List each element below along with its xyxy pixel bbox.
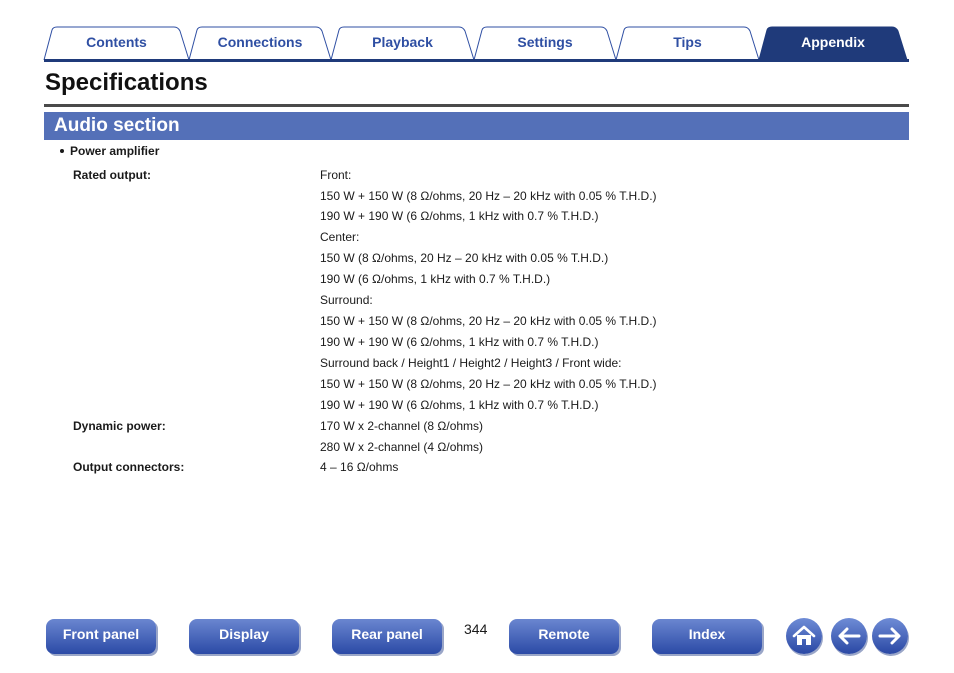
- spec-value: Front:: [320, 168, 352, 182]
- spec-value: Center:: [320, 230, 360, 244]
- page-title: Specifications: [45, 69, 208, 96]
- page-number: 344: [464, 621, 488, 637]
- spec-value: 190 W + 190 W (6 Ω/ohms, 1 kHz with 0.7 …: [320, 335, 599, 349]
- display-button[interactable]: Display: [189, 619, 299, 654]
- tab-appendix[interactable]: Appendix: [758, 26, 908, 61]
- spec-value: 170 W x 2-channel (8 Ω/ohms): [320, 419, 484, 433]
- arrow-right-icon: [878, 627, 901, 645]
- title-divider: [44, 104, 909, 107]
- remote-button[interactable]: Remote: [509, 619, 619, 654]
- spec-group-heading: Power amplifier: [60, 144, 159, 158]
- spec-value: 150 W + 150 W (8 Ω/ohms, 20 Hz – 20 kHz …: [320, 377, 657, 391]
- spec-value: Surround back / Height1 / Height2 / Heig…: [320, 356, 622, 370]
- tab-label: Connections: [217, 34, 303, 50]
- tab-contents[interactable]: Contents: [43, 26, 190, 61]
- forward-button[interactable]: [872, 618, 908, 654]
- tab-label: Tips: [673, 34, 702, 50]
- spec-value: 4 – 16 Ω/ohms: [320, 460, 399, 474]
- spec-value: 150 W + 150 W (8 Ω/ohms, 20 Hz – 20 kHz …: [320, 314, 657, 328]
- spec-value: 280 W x 2-channel (4 Ω/ohms): [320, 440, 484, 454]
- section-title: Audio section: [54, 115, 180, 136]
- tab-tips[interactable]: Tips: [615, 26, 760, 61]
- home-button[interactable]: [786, 618, 822, 654]
- spec-value: 190 W + 190 W (6 Ω/ohms, 1 kHz with 0.7 …: [320, 398, 599, 412]
- tab-divider: [44, 59, 909, 62]
- tab-label: Playback: [372, 34, 433, 50]
- front-panel-button[interactable]: Front panel: [46, 619, 156, 654]
- rear-panel-button[interactable]: Rear panel: [332, 619, 442, 654]
- spec-value: 150 W + 150 W (8 Ω/ohms, 20 Hz – 20 kHz …: [320, 189, 657, 203]
- dynamic-power-label: Dynamic power:: [73, 419, 166, 433]
- tab-settings[interactable]: Settings: [473, 26, 617, 61]
- spec-value: Surround:: [320, 293, 373, 307]
- spec-group-label: Power amplifier: [70, 144, 160, 158]
- tab-connections[interactable]: Connections: [188, 26, 332, 61]
- home-icon: [792, 625, 816, 645]
- spec-value: 190 W + 190 W (6 Ω/ohms, 1 kHz with 0.7 …: [320, 209, 599, 223]
- arrow-left-icon: [838, 627, 861, 645]
- spec-value: 150 W (8 Ω/ohms, 20 Hz – 20 kHz with 0.0…: [320, 251, 609, 265]
- tab-label: Settings: [517, 34, 573, 50]
- output-connectors-label: Output connectors:: [73, 460, 185, 474]
- tab-playback[interactable]: Playback: [330, 26, 475, 61]
- tab-label: Appendix: [801, 34, 865, 50]
- index-button[interactable]: Index: [652, 619, 762, 654]
- back-button[interactable]: [831, 618, 867, 654]
- rated-output-label: Rated output:: [73, 168, 151, 182]
- spec-value: 190 W (6 Ω/ohms, 1 kHz with 0.7 % T.H.D.…: [320, 272, 551, 286]
- section-header: Audio section: [44, 112, 909, 140]
- bullet-icon: [60, 148, 64, 153]
- tab-bar: Contents Connections Playback Settings T…: [43, 26, 909, 62]
- tab-label: Contents: [86, 34, 147, 50]
